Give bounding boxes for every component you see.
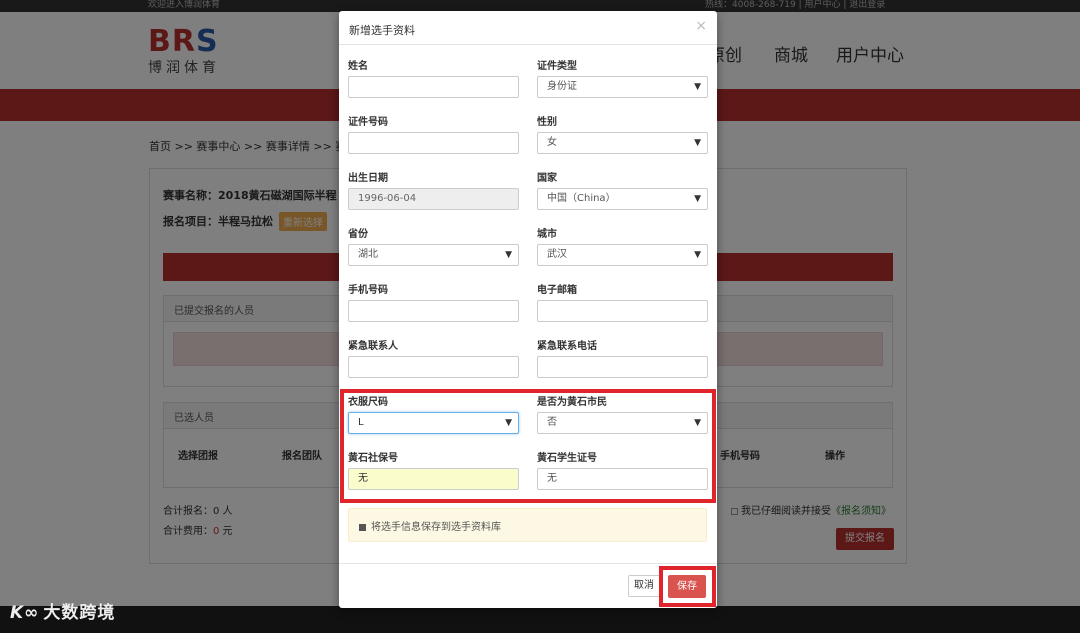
save-to-library-label: 将选手信息保存到选手资料库 [371,522,501,533]
email-field-group: 电子邮箱 [537,284,708,322]
emergency-contact-field-group: 紧急联系人 [348,340,519,378]
save-button[interactable]: 保存 [668,575,706,598]
phone-label: 手机号码 [348,285,388,296]
modal-header: 新增选手资料 × [339,11,717,45]
dropdown-arrow-icon: ▼ [694,82,701,92]
phone-input[interactable] [348,300,519,322]
shirt-size-select[interactable]: L ▼ [348,412,519,434]
birth-date-label: 出生日期 [348,173,388,184]
id-number-field-group: 证件号码 [348,116,519,154]
close-icon[interactable]: × [695,18,707,34]
birth-date-field-group: 出生日期 1996-06-04 [348,172,519,210]
province-label: 省份 [348,229,368,240]
country-label: 国家 [537,173,557,184]
resident-field-group: 是否为黄石市民 否 ▼ [537,396,708,434]
province-select[interactable]: 湖北 ▼ [348,244,519,266]
gender-field-group: 性别 女 ▼ [537,116,708,154]
emergency-contact-label: 紧急联系人 [348,341,398,352]
save-to-library-option[interactable]: 将选手信息保存到选手资料库 [348,508,707,542]
name-field-group: 姓名 [348,60,519,98]
student-id-field-group: 黄石学生证号 无 [537,452,708,490]
gender-label: 性别 [537,117,557,128]
email-input[interactable] [537,300,708,322]
dropdown-arrow-icon: ▼ [694,418,701,428]
country-select[interactable]: 中国（China） ▼ [537,188,708,210]
id-type-field-group: 证件类型 身份证 ▼ [537,60,708,98]
emergency-contact-input[interactable] [348,356,519,378]
dropdown-arrow-icon: ▼ [694,194,701,204]
dropdown-arrow-icon: ▼ [694,250,701,260]
social-security-label: 黄石社保号 [348,453,398,464]
shirt-size-label: 衣服尺码 [348,397,388,408]
resident-select[interactable]: 否 ▼ [537,412,708,434]
social-security-input[interactable]: 无 [348,468,519,490]
add-player-modal: 新增选手资料 × 姓名 证件类型 身份证 ▼ 证件号码 性别 女 ▼ 出生日期 19… [339,11,717,608]
email-label: 电子邮箱 [537,285,577,296]
id-number-label: 证件号码 [348,117,388,128]
city-field-group: 城市 武汉 ▼ [537,228,708,266]
shirt-size-field-group: 衣服尺码 L ▼ [348,396,519,434]
gender-select[interactable]: 女 ▼ [537,132,708,154]
dropdown-arrow-icon: ▼ [505,418,512,428]
emergency-phone-input[interactable] [537,356,708,378]
watermark: K∞ 大数跨境 [10,603,116,623]
modal-title: 新增选手资料 [349,24,415,37]
dropdown-arrow-icon: ▼ [505,250,512,260]
resident-label: 是否为黄石市民 [537,397,607,408]
country-field-group: 国家 中国（China） ▼ [537,172,708,210]
dropdown-arrow-icon: ▼ [694,138,701,148]
city-label: 城市 [537,229,557,240]
id-number-input[interactable] [348,132,519,154]
emergency-phone-label: 紧急联系电话 [537,341,597,352]
cancel-button[interactable]: 取消 [628,575,660,597]
id-type-label: 证件类型 [537,61,577,72]
emergency-phone-field-group: 紧急联系电话 [537,340,708,378]
student-id-label: 黄石学生证号 [537,453,597,464]
city-select[interactable]: 武汉 ▼ [537,244,708,266]
social-security-field-group: 黄石社保号 无 [348,452,519,490]
student-id-input[interactable]: 无 [537,468,708,490]
save-highlight-annotation: 保存 [659,566,716,607]
id-type-select[interactable]: 身份证 ▼ [537,76,708,98]
name-input[interactable] [348,76,519,98]
save-to-library-checkbox[interactable] [359,523,366,531]
watermark-logo-icon: K∞ [10,603,40,623]
province-field-group: 省份 湖北 ▼ [348,228,519,266]
phone-field-group: 手机号码 [348,284,519,322]
name-label: 姓名 [348,61,368,72]
birth-date-input[interactable]: 1996-06-04 [348,188,519,210]
